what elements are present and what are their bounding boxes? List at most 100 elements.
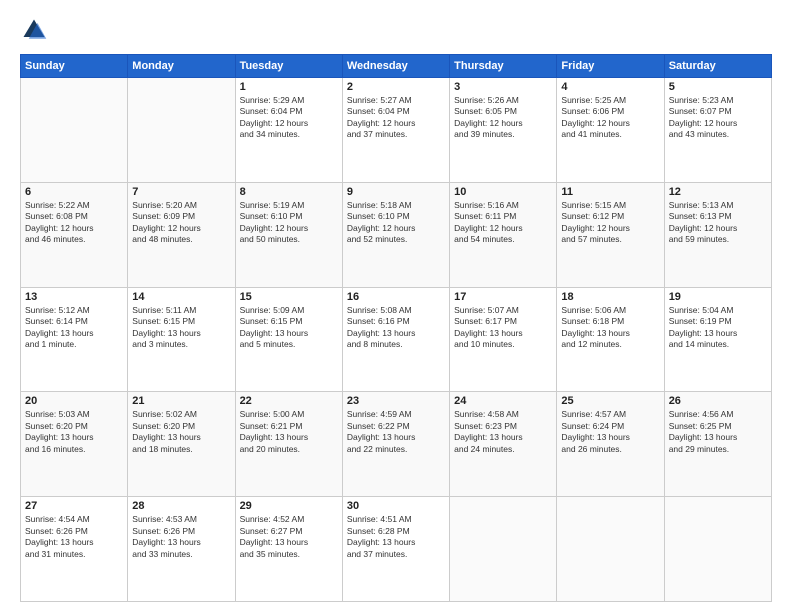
weekday-header: Monday (128, 55, 235, 78)
calendar-cell: 1 Sunrise: 5:29 AMSunset: 6:04 PMDaylight… (235, 78, 342, 183)
cell-info: Sunrise: 5:26 AMSunset: 6:05 PMDaylight:… (454, 95, 552, 141)
header (20, 16, 772, 44)
calendar-cell: 9 Sunrise: 5:18 AMSunset: 6:10 PMDaylight… (342, 182, 449, 287)
cell-info: Sunrise: 5:13 AMSunset: 6:13 PMDaylight:… (669, 200, 767, 246)
calendar-cell: 14 Sunrise: 5:11 AMSunset: 6:15 PMDayligh… (128, 287, 235, 392)
weekday-header: Friday (557, 55, 664, 78)
day-number: 29 (240, 500, 338, 512)
calendar-cell: 13 Sunrise: 5:12 AMSunset: 6:14 PMDayligh… (21, 287, 128, 392)
day-number: 28 (132, 500, 230, 512)
calendar-cell: 6 Sunrise: 5:22 AMSunset: 6:08 PMDaylight… (21, 182, 128, 287)
day-number: 14 (132, 291, 230, 303)
day-number: 24 (454, 395, 552, 407)
day-number: 8 (240, 186, 338, 198)
day-number: 22 (240, 395, 338, 407)
day-number: 9 (347, 186, 445, 198)
day-number: 10 (454, 186, 552, 198)
calendar-cell: 11 Sunrise: 5:15 AMSunset: 6:12 PMDayligh… (557, 182, 664, 287)
logo-icon (20, 16, 48, 44)
calendar-cell: 29 Sunrise: 4:52 AMSunset: 6:27 PMDayligh… (235, 497, 342, 602)
calendar-cell: 10 Sunrise: 5:16 AMSunset: 6:11 PMDayligh… (450, 182, 557, 287)
cell-info: Sunrise: 5:23 AMSunset: 6:07 PMDaylight:… (669, 95, 767, 141)
cell-info: Sunrise: 4:51 AMSunset: 6:28 PMDaylight:… (347, 514, 445, 560)
day-number: 25 (561, 395, 659, 407)
calendar-cell: 19Sunrise: 5:04 AMSunset: 6:19 PMDayligh… (664, 287, 771, 392)
cell-info: Sunrise: 4:56 AMSunset: 6:25 PMDaylight:… (669, 409, 767, 455)
day-number: 1 (240, 81, 338, 93)
cell-info: Sunrise: 5:03 AMSunset: 6:20 PMDaylight:… (25, 409, 123, 455)
calendar-cell: 16 Sunrise: 5:08 AMSunset: 6:16 PMDayligh… (342, 287, 449, 392)
day-number: 3 (454, 81, 552, 93)
calendar-cell: 22 Sunrise: 5:00 AMSunset: 6:21 PMDayligh… (235, 392, 342, 497)
weekday-header: Tuesday (235, 55, 342, 78)
cell-info: Sunrise: 4:53 AMSunset: 6:26 PMDaylight:… (132, 514, 230, 560)
page: SundayMondayTuesdayWednesdayThursdayFrid… (0, 0, 792, 612)
cell-info: Sunrise: 5:22 AMSunset: 6:08 PMDaylight:… (25, 200, 123, 246)
day-number: 7 (132, 186, 230, 198)
calendar-cell: 2 Sunrise: 5:27 AMSunset: 6:04 PMDaylight… (342, 78, 449, 183)
cell-info: Sunrise: 5:06 AMSunset: 6:18 PMDaylight:… (561, 305, 659, 351)
day-number: 30 (347, 500, 445, 512)
calendar-week-row: 13 Sunrise: 5:12 AMSunset: 6:14 PMDayligh… (21, 287, 772, 392)
calendar-cell: 3 Sunrise: 5:26 AMSunset: 6:05 PMDaylight… (450, 78, 557, 183)
cell-info: Sunrise: 4:57 AMSunset: 6:24 PMDaylight:… (561, 409, 659, 455)
calendar-cell: 4 Sunrise: 5:25 AMSunset: 6:06 PMDaylight… (557, 78, 664, 183)
day-number: 13 (25, 291, 123, 303)
day-number: 4 (561, 81, 659, 93)
calendar-cell: 20 Sunrise: 5:03 AMSunset: 6:20 PMDayligh… (21, 392, 128, 497)
cell-info: Sunrise: 5:07 AMSunset: 6:17 PMDaylight:… (454, 305, 552, 351)
cell-info: Sunrise: 5:25 AMSunset: 6:06 PMDaylight:… (561, 95, 659, 141)
cell-info: Sunrise: 5:00 AMSunset: 6:21 PMDaylight:… (240, 409, 338, 455)
cell-info: Sunrise: 4:58 AMSunset: 6:23 PMDaylight:… (454, 409, 552, 455)
cell-info: Sunrise: 5:18 AMSunset: 6:10 PMDaylight:… (347, 200, 445, 246)
day-number: 2 (347, 81, 445, 93)
day-number: 27 (25, 500, 123, 512)
day-number: 6 (25, 186, 123, 198)
calendar-cell: 24 Sunrise: 4:58 AMSunset: 6:23 PMDayligh… (450, 392, 557, 497)
calendar-cell: 17 Sunrise: 5:07 AMSunset: 6:17 PMDayligh… (450, 287, 557, 392)
cell-info: Sunrise: 5:04 AMSunset: 6:19 PMDaylight:… (669, 305, 767, 351)
weekday-header: Wednesday (342, 55, 449, 78)
day-number: 15 (240, 291, 338, 303)
logo (20, 16, 52, 44)
calendar-week-row: 20 Sunrise: 5:03 AMSunset: 6:20 PMDayligh… (21, 392, 772, 497)
weekday-header: Saturday (664, 55, 771, 78)
cell-info: Sunrise: 5:15 AMSunset: 6:12 PMDaylight:… (561, 200, 659, 246)
weekday-header: Sunday (21, 55, 128, 78)
weekday-header-row: SundayMondayTuesdayWednesdayThursdayFrid… (21, 55, 772, 78)
cell-info: Sunrise: 5:29 AMSunset: 6:04 PMDaylight:… (240, 95, 338, 141)
cell-info: Sunrise: 5:27 AMSunset: 6:04 PMDaylight:… (347, 95, 445, 141)
day-number: 12 (669, 186, 767, 198)
day-number: 17 (454, 291, 552, 303)
calendar-cell (664, 497, 771, 602)
calendar-cell: 5 Sunrise: 5:23 AMSunset: 6:07 PMDaylight… (664, 78, 771, 183)
calendar-cell: 26Sunrise: 4:56 AMSunset: 6:25 PMDayligh… (664, 392, 771, 497)
cell-info: Sunrise: 5:20 AMSunset: 6:09 PMDaylight:… (132, 200, 230, 246)
cell-info: Sunrise: 4:52 AMSunset: 6:27 PMDaylight:… (240, 514, 338, 560)
calendar-week-row: 6 Sunrise: 5:22 AMSunset: 6:08 PMDaylight… (21, 182, 772, 287)
cell-info: Sunrise: 4:59 AMSunset: 6:22 PMDaylight:… (347, 409, 445, 455)
calendar-cell: 8 Sunrise: 5:19 AMSunset: 6:10 PMDaylight… (235, 182, 342, 287)
day-number: 5 (669, 81, 767, 93)
calendar-cell: 7 Sunrise: 5:20 AMSunset: 6:09 PMDaylight… (128, 182, 235, 287)
cell-info: Sunrise: 5:12 AMSunset: 6:14 PMDaylight:… (25, 305, 123, 351)
calendar-cell: 27Sunrise: 4:54 AMSunset: 6:26 PMDayligh… (21, 497, 128, 602)
calendar-cell: 25 Sunrise: 4:57 AMSunset: 6:24 PMDayligh… (557, 392, 664, 497)
calendar-cell: 18 Sunrise: 5:06 AMSunset: 6:18 PMDayligh… (557, 287, 664, 392)
cell-info: Sunrise: 5:11 AMSunset: 6:15 PMDaylight:… (132, 305, 230, 351)
cell-info: Sunrise: 5:02 AMSunset: 6:20 PMDaylight:… (132, 409, 230, 455)
day-number: 20 (25, 395, 123, 407)
calendar-cell: 12 Sunrise: 5:13 AMSunset: 6:13 PMDayligh… (664, 182, 771, 287)
calendar-cell: 30 Sunrise: 4:51 AMSunset: 6:28 PMDayligh… (342, 497, 449, 602)
calendar-cell: 23Sunrise: 4:59 AMSunset: 6:22 PMDayligh… (342, 392, 449, 497)
day-number: 18 (561, 291, 659, 303)
calendar-cell (557, 497, 664, 602)
day-number: 21 (132, 395, 230, 407)
day-number: 11 (561, 186, 659, 198)
day-number: 16 (347, 291, 445, 303)
cell-info: Sunrise: 5:08 AMSunset: 6:16 PMDaylight:… (347, 305, 445, 351)
cell-info: Sunrise: 5:16 AMSunset: 6:11 PMDaylight:… (454, 200, 552, 246)
cell-info: Sunrise: 5:19 AMSunset: 6:10 PMDaylight:… (240, 200, 338, 246)
calendar-cell: 21 Sunrise: 5:02 AMSunset: 6:20 PMDayligh… (128, 392, 235, 497)
cell-info: Sunrise: 5:09 AMSunset: 6:15 PMDaylight:… (240, 305, 338, 351)
